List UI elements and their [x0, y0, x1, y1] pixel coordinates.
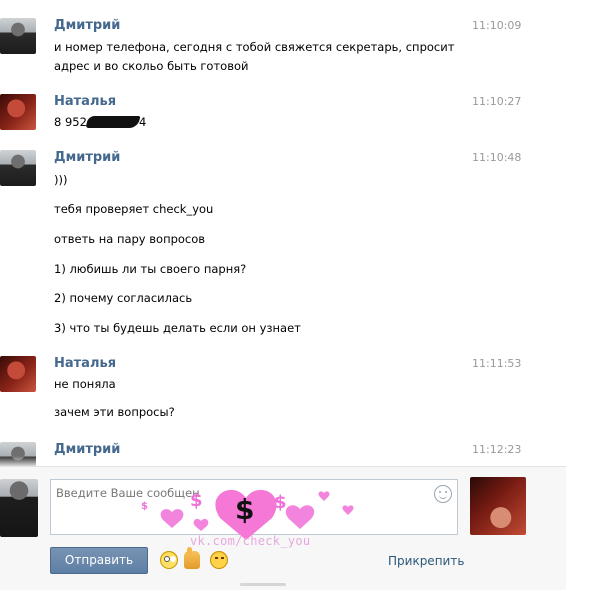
avatar[interactable] [0, 356, 36, 392]
message-text: 1) любишь ли ты своего парня? [54, 262, 247, 276]
message: Наталья 11:10:27 8 952 4 [0, 90, 566, 136]
phone-prefix: 8 952 [54, 115, 87, 129]
message-text: тебя проверяет check_you [54, 202, 214, 216]
smile-icon[interactable] [434, 485, 452, 503]
message-input-placeholder: Введите Ваше сообщен [56, 486, 200, 500]
message-author[interactable]: Наталья [54, 94, 116, 109]
message-text: 2) почему согласилась [54, 291, 193, 305]
message-text: зачем эти вопросы? [54, 405, 175, 419]
message-time: 11:10:09 [472, 19, 522, 32]
peer-avatar[interactable] [470, 477, 526, 535]
avatar[interactable] [0, 18, 36, 54]
message: Наталья 11:11:53 не поняла зачем эти воп… [0, 352, 566, 424]
history-fade [0, 456, 566, 466]
message-text: ответь на пару вопросов [54, 232, 206, 246]
message-author[interactable]: Дмитрий [54, 442, 120, 457]
message: Дмитрий 11:10:48 ))) тебя проверяет chec… [0, 146, 566, 338]
message-text: и номер телефона, сегодня с тобой свяжет… [54, 40, 455, 54]
avatar[interactable] [0, 94, 36, 130]
avatar[interactable] [0, 150, 36, 186]
message-author[interactable]: Дмитрий [54, 150, 120, 165]
message-time: 11:11:53 [472, 357, 522, 370]
message-text: ))) [54, 173, 68, 187]
message-author[interactable]: Наталья [54, 356, 116, 371]
message-text: 3) что ты будешь делать если он узнает [54, 321, 301, 335]
send-button[interactable]: Отправить [50, 547, 148, 574]
message-history: Дмитрий 11:10:09 и номер телефона, сегод… [0, 0, 566, 466]
message: Дмитрий 11:10:09 и номер телефона, сегод… [0, 14, 566, 82]
message-text: адрес и во скольо быть готовой [54, 59, 249, 73]
composer: Введите Ваше сообщен Отправить Прикрепит… [0, 466, 566, 590]
thumbs-up-icon[interactable] [184, 547, 200, 569]
attach-button[interactable]: Прикрепить [388, 554, 464, 568]
message-time: 11:10:48 [472, 151, 522, 164]
wink-icon[interactable] [210, 551, 228, 569]
my-avatar[interactable] [0, 479, 38, 537]
message-text: не поняла [54, 377, 116, 391]
censor-scribble [85, 116, 141, 128]
message-time: 11:12:23 [472, 443, 522, 456]
rolling-eyes-icon[interactable] [160, 551, 178, 569]
message-time: 11:10:27 [472, 95, 522, 108]
scrollbar[interactable] [240, 583, 286, 586]
message-input[interactable]: Введите Ваше сообщен [50, 479, 458, 535]
message-author[interactable]: Дмитрий [54, 18, 120, 33]
message-text: 8 952 4 [54, 115, 146, 129]
